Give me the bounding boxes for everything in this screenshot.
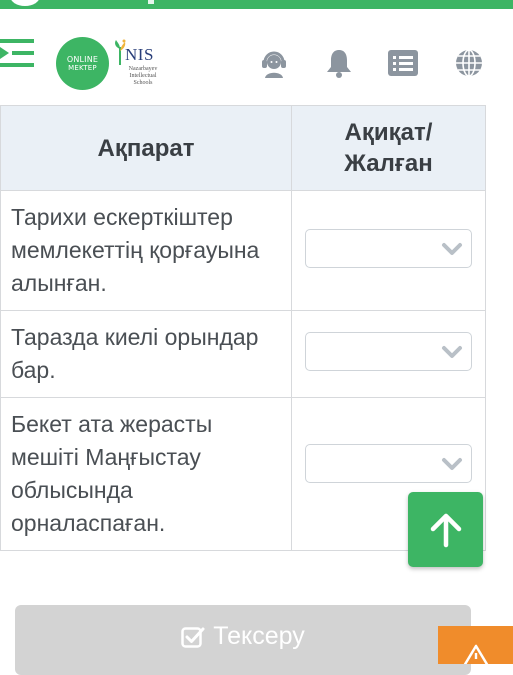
nis-sub-line1: Nazarbayev xyxy=(128,66,158,72)
answer-select[interactable] xyxy=(305,332,472,371)
chevron-down-icon xyxy=(442,458,462,470)
support-headset-icon[interactable] xyxy=(258,47,290,79)
nis-title: NIS xyxy=(125,45,154,64)
table-header-row: Ақпарат Ақиқат/ Жалған xyxy=(0,105,486,191)
answer-select[interactable] xyxy=(305,228,472,268)
report-problem-button[interactable] xyxy=(438,626,513,664)
warning-icon xyxy=(463,644,488,664)
arrow-up-icon xyxy=(430,513,461,547)
logo-line1: ONLINE xyxy=(66,54,99,64)
nis-logo: NIS Nazarbayev Intellectual Schools xyxy=(113,37,173,91)
column-header-answer: Ақиқат/ Жалған xyxy=(291,105,486,191)
menu-icon[interactable] xyxy=(0,37,36,69)
nis-sub-line2: Intellectual xyxy=(129,73,157,79)
answer-cell xyxy=(291,310,486,398)
nis-subtitle: Nazarbayev Intellectual Schools xyxy=(113,66,173,87)
top-bar xyxy=(0,0,513,9)
top-bar-mark xyxy=(148,0,154,4)
column-header-answer-line2: Жалған xyxy=(344,150,433,177)
list-icon[interactable] xyxy=(387,47,419,79)
table-row: Таразда киелі орындар бар. xyxy=(0,310,486,398)
globe-icon[interactable] xyxy=(453,47,485,79)
column-header-info: Ақпарат xyxy=(0,105,292,191)
check-button[interactable]: Тексеру xyxy=(15,605,471,675)
chevron-down-icon xyxy=(442,242,462,255)
nis-sub-line3: Schools xyxy=(133,80,153,86)
bell-icon[interactable] xyxy=(323,47,355,79)
logo-line2: MEKTEP xyxy=(68,63,97,72)
column-header-answer-line1: Ақиқат/ xyxy=(344,119,433,146)
online-mektep-logo[interactable]: ONLINE MEKTEP xyxy=(56,37,109,90)
table-row: Тарихи ескерткіштер мемлекеттің қорғауын… xyxy=(0,190,486,311)
header: ONLINE MEKTEP NIS Nazarbayev Intellectua… xyxy=(0,9,513,93)
checkbox-check-icon xyxy=(181,627,205,648)
answer-select[interactable] xyxy=(305,444,472,483)
statement-cell: Тарихи ескерткіштер мемлекеттің қорғауын… xyxy=(0,190,292,311)
check-button-label: Тексеру xyxy=(213,622,305,650)
answer-cell xyxy=(291,190,486,311)
quiz-table: Ақпарат Ақиқат/ Жалған Тарихи ескерткішт… xyxy=(0,105,486,551)
top-bar-notch xyxy=(10,0,40,6)
chevron-down-icon xyxy=(442,346,462,358)
statement-cell: Таразда киелі орындар бар. xyxy=(0,310,292,398)
scroll-to-top-button[interactable] xyxy=(408,492,483,567)
statement-cell: Бекет ата жерасты мешіті Маңғыстау облыс… xyxy=(0,397,292,551)
